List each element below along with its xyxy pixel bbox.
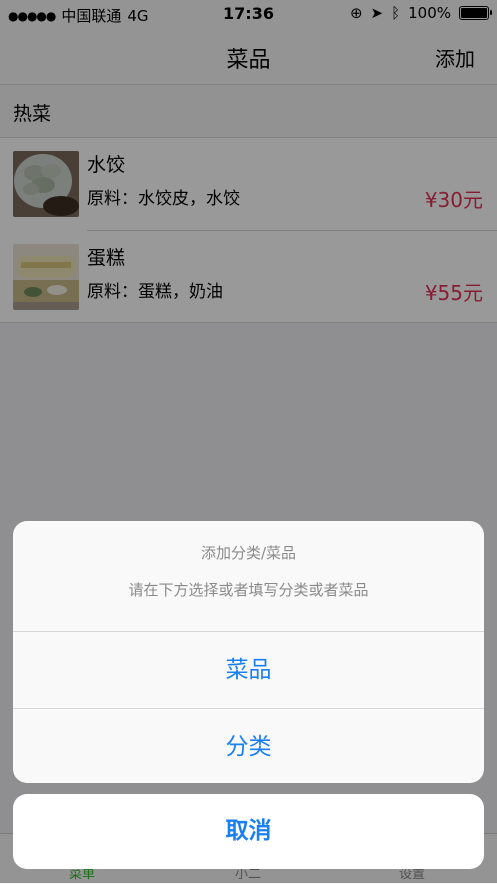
- action-sheet-header: 添加分类/菜品 请在下方选择或者填写分类或者菜品: [13, 521, 484, 632]
- option-dish-button[interactable]: 菜品: [13, 632, 484, 708]
- cancel-button[interactable]: 取消: [13, 794, 484, 869]
- option-category-button[interactable]: 分类: [13, 708, 484, 783]
- action-sheet-message: 请在下方选择或者填写分类或者菜品: [128, 581, 369, 599]
- action-sheet-title: 添加分类/菜品: [200, 544, 297, 562]
- action-sheet: 添加分类/菜品 请在下方选择或者填写分类或者菜品 菜品 分类: [13, 521, 484, 783]
